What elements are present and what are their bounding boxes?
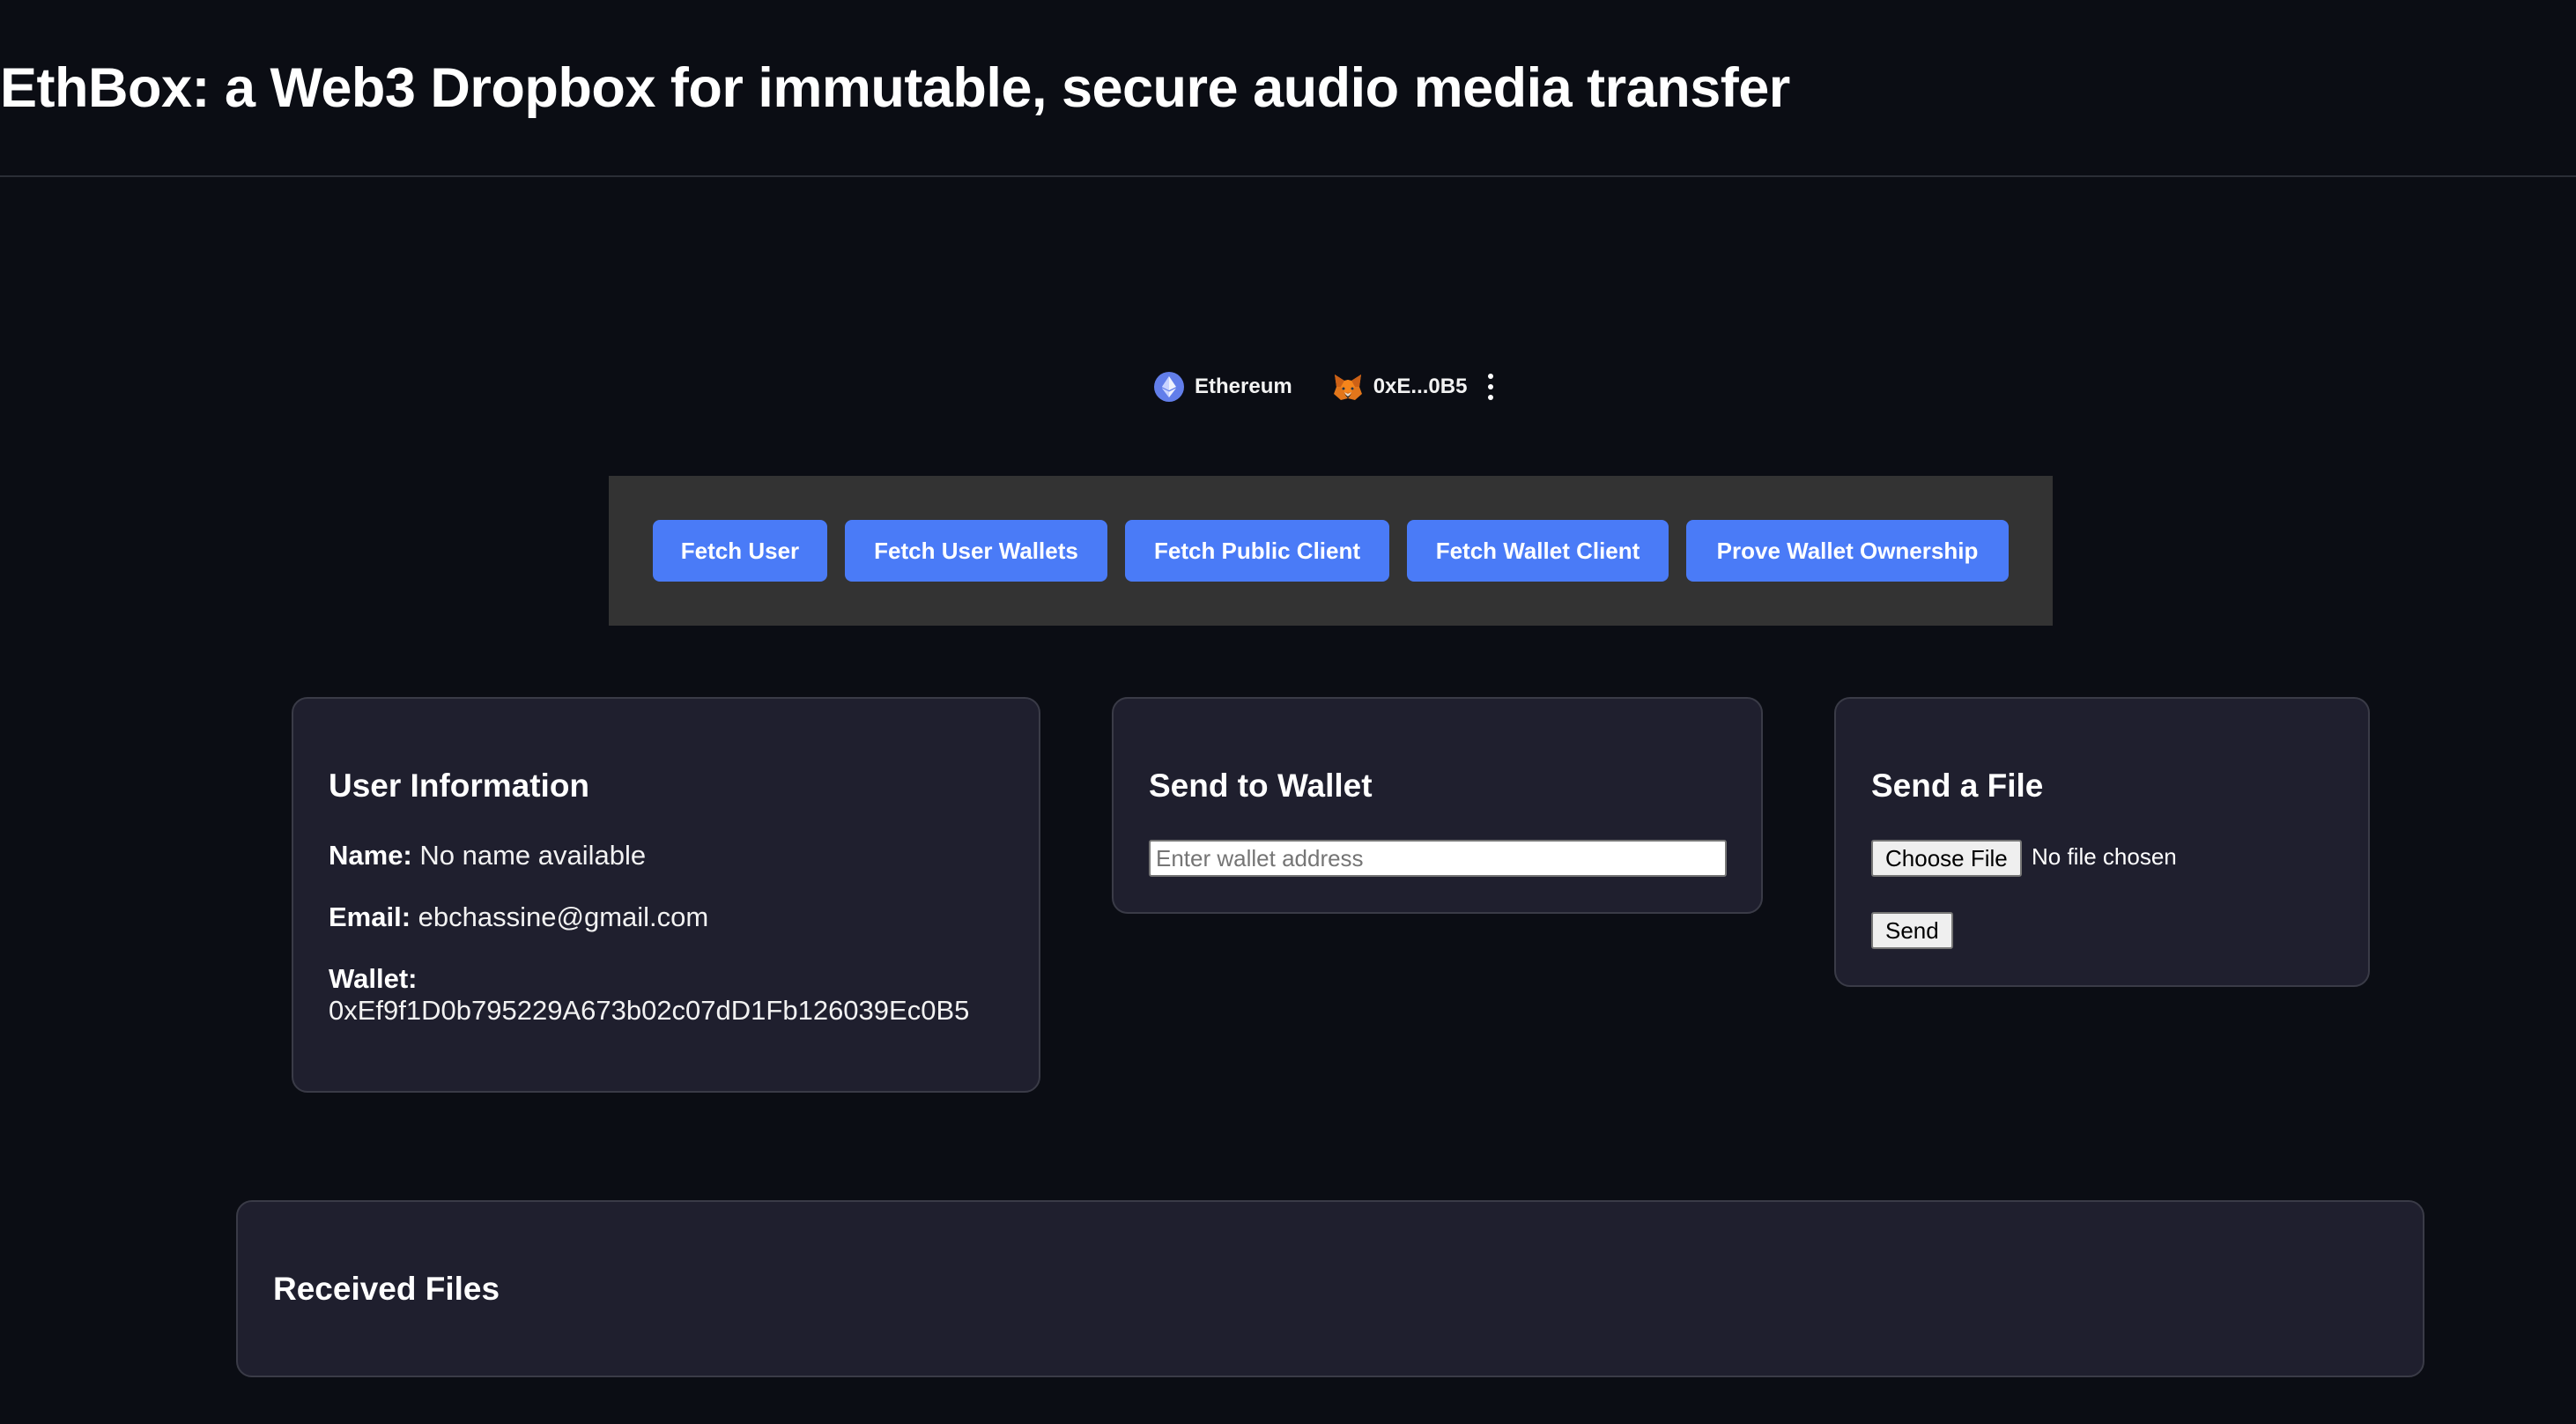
received-files-card: Received Files (236, 1200, 2424, 1377)
file-status: No file chosen (2032, 843, 2177, 870)
received-files-title: Received Files (273, 1271, 500, 1307)
metamask-fox-icon (1333, 373, 1363, 401)
fetch-user-wallets-button[interactable]: Fetch User Wallets (845, 520, 1107, 582)
wallet-label: Wallet: (329, 963, 418, 994)
name-value: No name available (419, 840, 647, 871)
user-name-row: Name: No name available (329, 840, 646, 871)
wallet-value: 0xEf9f1D0b795229A673b02c07dD1Fb126039Ec0… (329, 995, 970, 1026)
fetch-user-button[interactable]: Fetch User (653, 520, 827, 582)
user-information-card: User Information Name: No name available… (292, 697, 1040, 1093)
send-file-title: Send a File (1871, 768, 2044, 804)
account-button[interactable]: 0xE...0B5 (1333, 373, 1468, 401)
send-to-wallet-title: Send to Wallet (1149, 768, 1373, 804)
ethereum-icon (1154, 372, 1184, 402)
email-value: ebchassine@gmail.com (418, 901, 709, 932)
send-file-card: Send a File Choose File No file chosen S… (1834, 697, 2370, 987)
send-file-button[interactable]: Send (1871, 912, 1953, 949)
prove-wallet-ownership-button[interactable]: Prove Wallet Ownership (1686, 520, 2009, 582)
page-header: EthBox: a Web3 Dropbox for immutable, se… (0, 0, 2576, 177)
user-information-title: User Information (329, 768, 590, 804)
account-address: 0xE...0B5 (1373, 375, 1468, 398)
chain-label: Ethereum (1195, 375, 1292, 398)
wallet-connect-bar: Ethereum 0xE...0B5 (1154, 366, 1495, 408)
user-wallet-row: Wallet: 0xEf9f1D0b795229A673b02c07dD1Fb1… (329, 963, 969, 1027)
send-to-wallet-card: Send to Wallet (1112, 697, 1763, 914)
chain-selector[interactable]: Ethereum (1154, 372, 1292, 402)
name-label: Name: (329, 840, 412, 871)
choose-file-button[interactable]: Choose File (1871, 840, 2022, 877)
wallet-address-input[interactable] (1149, 840, 1727, 877)
kebab-menu-icon[interactable] (1486, 374, 1495, 400)
fetch-public-client-button[interactable]: Fetch Public Client (1125, 520, 1389, 582)
action-button-bar: Fetch User Fetch User Wallets Fetch Publ… (609, 476, 2053, 626)
page-title: EthBox: a Web3 Dropbox for immutable, se… (0, 57, 1790, 119)
fetch-wallet-client-button[interactable]: Fetch Wallet Client (1407, 520, 1669, 582)
user-email-row: Email: ebchassine@gmail.com (329, 901, 708, 933)
email-label: Email: (329, 901, 411, 932)
